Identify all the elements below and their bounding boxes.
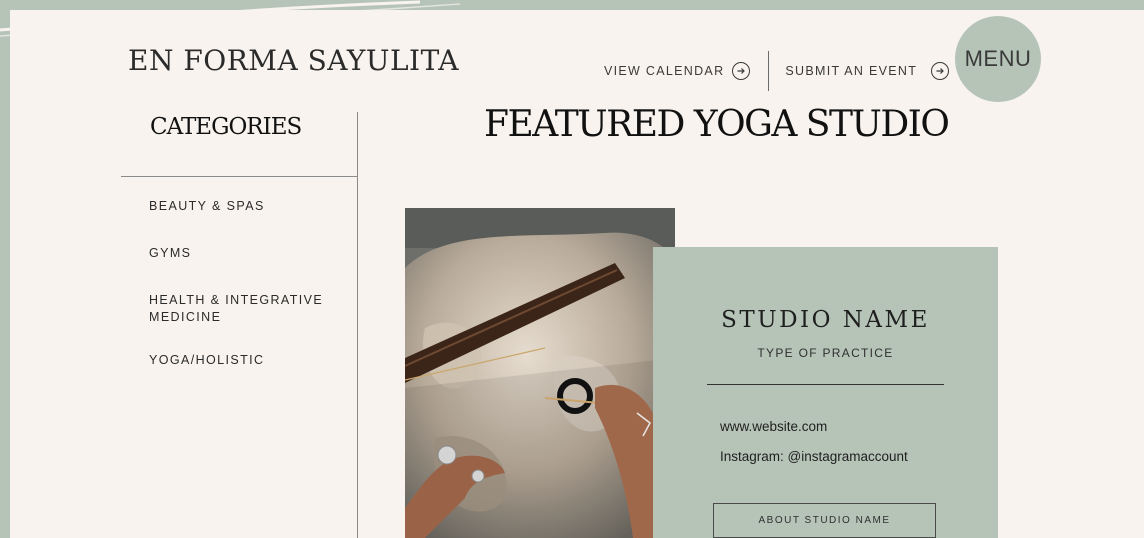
category-beauty-spas[interactable]: BEAUTY & SPAS (149, 198, 339, 215)
practice-type: TYPE OF PRACTICE (757, 346, 894, 360)
page-card: EN FORMA SAYULITA VIEW CALENDAR SUBMIT A… (10, 10, 1144, 538)
sidebar-divider-horizontal (121, 176, 358, 177)
studio-website-link[interactable]: www.website.com (720, 419, 827, 434)
info-divider (707, 384, 944, 385)
studio-instagram-link[interactable]: Instagram: @instagramaccount (720, 449, 908, 464)
nav-divider (768, 51, 770, 91)
submit-event-link[interactable]: SUBMIT AN EVENT (785, 62, 950, 80)
top-nav: VIEW CALENDAR SUBMIT AN EVENT (604, 51, 950, 91)
arrow-right-circle-icon (931, 62, 950, 80)
category-list: BEAUTY & SPAS GYMS HEALTH & INTEGRATIVE … (149, 198, 339, 369)
studio-photo (405, 208, 675, 538)
submit-event-label: SUBMIT AN EVENT (785, 64, 918, 78)
incense-photo-illustration (405, 208, 675, 538)
category-gyms[interactable]: GYMS (149, 245, 339, 262)
view-calendar-label: VIEW CALENDAR (604, 64, 725, 78)
categories-heading: CATEGORIES (150, 114, 302, 140)
view-calendar-link[interactable]: VIEW CALENDAR (604, 62, 751, 80)
studio-name: STUDIO NAME (721, 307, 930, 333)
about-studio-button[interactable]: ABOUT STUDIO NAME (713, 503, 936, 538)
arrow-right-circle-icon (732, 62, 751, 80)
brand-logo[interactable]: EN FORMA SAYULITA (128, 44, 459, 77)
studio-info-card: STUDIO NAME TYPE OF PRACTICE www.website… (653, 247, 998, 538)
menu-button[interactable]: MENU (955, 16, 1041, 102)
category-health-integrative-medicine[interactable]: HEALTH & INTEGRATIVE MEDICINE (149, 292, 339, 326)
page-title: FEATURED YOGA STUDIO (484, 104, 950, 145)
category-yoga-holistic[interactable]: YOGA/HOLISTIC (149, 352, 339, 369)
